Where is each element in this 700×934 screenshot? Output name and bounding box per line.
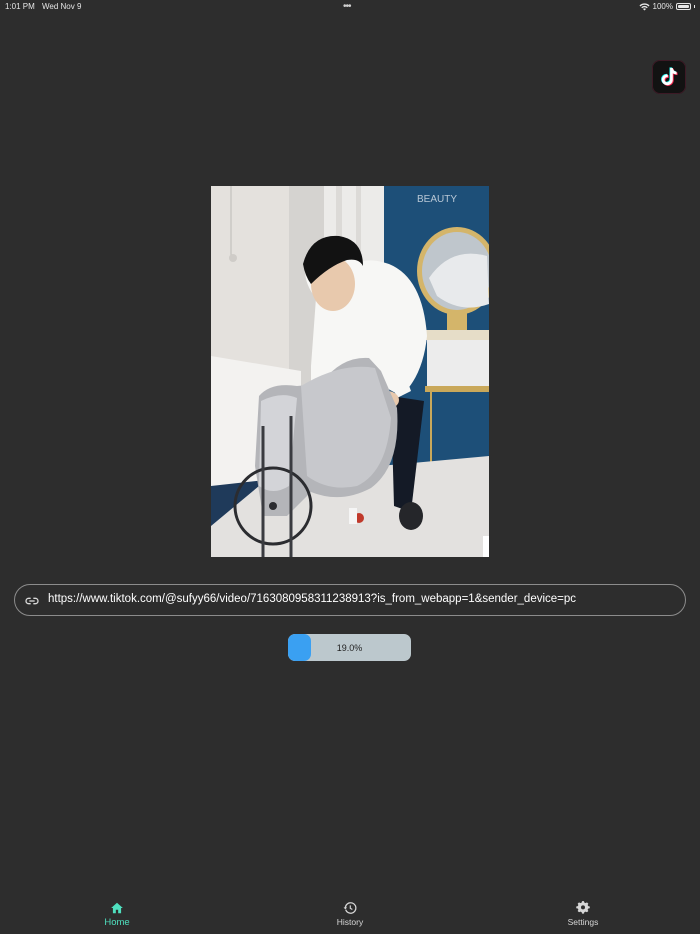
url-input-value[interactable]: https://www.tiktok.com/@sufyy66/video/71… (48, 593, 576, 605)
status-bar: 1:01 PM Wed Nov 9 ••• 100% (0, 0, 700, 14)
video-thumbnail-icon: BEAUTY (211, 186, 489, 557)
wall-sign-text: BEAUTY (417, 194, 457, 205)
tiktok-logo-icon[interactable] (652, 60, 686, 94)
download-progress-bar: 19.0% (288, 634, 411, 661)
tab-history[interactable]: History (310, 901, 390, 931)
gear-icon (576, 901, 590, 914)
tab-settings-label: Settings (567, 917, 599, 927)
tab-home-label: Home (104, 917, 130, 928)
download-progress-label: 19.0% (336, 642, 363, 653)
home-icon (111, 902, 123, 914)
link-icon (25, 597, 39, 605)
tab-history-label: History (336, 917, 364, 927)
battery-icon (676, 3, 691, 10)
tab-settings[interactable]: Settings (543, 901, 623, 931)
tab-bar: Home History Settings (0, 895, 700, 934)
status-time: 1:01 PM (5, 2, 35, 11)
multitask-dots[interactable]: ••• (343, 1, 351, 12)
status-date: Wed Nov 9 (42, 2, 82, 11)
url-input[interactable]: https://www.tiktok.com/@sufyy66/video/71… (14, 584, 686, 616)
app-screen: 1:01 PM Wed Nov 9 ••• 100% BEAUTY https:… (0, 0, 700, 934)
battery-cap (694, 5, 695, 8)
video-preview[interactable]: BEAUTY (211, 186, 489, 557)
battery-percent: 100% (652, 2, 673, 11)
tab-home[interactable]: Home (77, 901, 157, 931)
wifi-icon (639, 2, 650, 10)
tiktok-note-icon (661, 67, 678, 86)
history-icon (343, 902, 357, 914)
status-right: 100% (639, 2, 695, 11)
